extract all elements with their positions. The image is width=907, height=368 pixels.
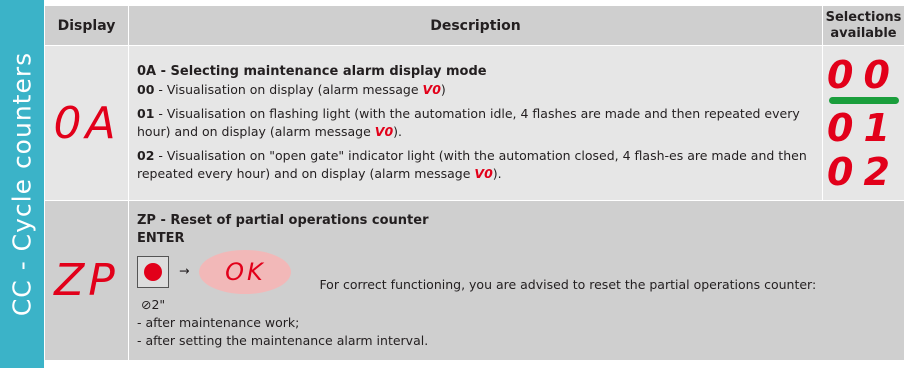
selected-indicator (828, 96, 899, 104)
title-zp: ZP - Reset of partial operations counter (137, 212, 429, 228)
option-01: 01 - Visualisation on flashing light (wi… (137, 106, 800, 139)
item-2: - after setting the maintenance alarm in… (137, 332, 429, 348)
option-02: 02 - Visualisation on "open gate" indica… (137, 148, 807, 181)
header-selections: Selections available (822, 5, 905, 46)
description-0a: 0A - Selecting maintenance alarm display… (128, 45, 823, 201)
side-title: CC - Cycle counters (7, 51, 37, 317)
note-zp: For correct functioning, you are advised… (319, 276, 817, 292)
option-00: 00 - Visualisation on display (alarm mes… (137, 82, 446, 97)
settings-table: Display Description Selections available… (44, 5, 905, 361)
selections-0a: 00 01 02 (822, 45, 905, 201)
description-zp: ZP - Reset of partial operations counter… (128, 200, 905, 361)
enter-label: ENTER (137, 230, 185, 246)
side-title-bar: CC - Cycle counters (0, 0, 44, 368)
header-description: Description (128, 5, 823, 46)
arrow-right-icon: → (178, 263, 190, 278)
timer-label: ⊘2" (141, 296, 166, 312)
header-row: Display Description Selections available (44, 5, 905, 46)
selection-01: 01 (827, 105, 900, 150)
title-0a: 0A - Selecting maintenance alarm display… (137, 64, 487, 79)
row-zp: ZP ZP - Reset of partial operations coun… (44, 200, 905, 361)
enter-sequence: → OK For correct functioning, you are ad… (137, 249, 896, 294)
enter-button-icon (137, 255, 169, 288)
header-display: Display (44, 5, 129, 46)
item-1: - after maintenance work; (137, 314, 300, 330)
row-0a: 0A 0A - Selecting maintenance alarm disp… (44, 45, 905, 201)
selection-02: 02 (827, 149, 900, 194)
ok-display: OK (199, 249, 292, 294)
selection-00: 00 (827, 52, 900, 97)
display-0a: 0A (44, 45, 129, 201)
display-zp: ZP (44, 200, 129, 361)
